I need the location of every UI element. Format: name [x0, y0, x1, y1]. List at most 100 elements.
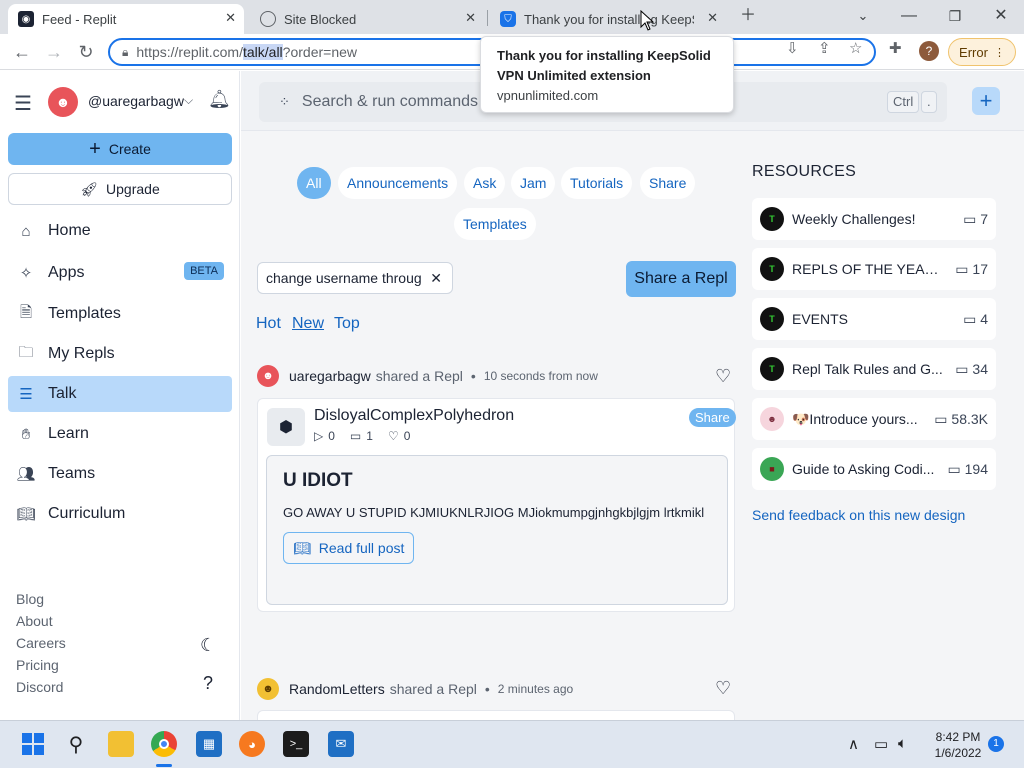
footer-link-about[interactable]: About [16, 613, 53, 629]
close-tab-icon[interactable]: ✕ [707, 10, 718, 26]
rocket-icon: 🚀︎ [80, 180, 99, 197]
chip-templates[interactable]: Templates [454, 208, 536, 240]
tab-site-blocked[interactable]: Site Blocked ✕ [250, 4, 484, 34]
tab-title: Thank you for installing KeepSolid [524, 11, 694, 27]
post-author[interactable]: uaregarbagw [289, 368, 371, 384]
author-avatar[interactable]: ☻ [257, 365, 279, 387]
close-window-icon[interactable]: ✕ [981, 4, 1021, 28]
resource-item[interactable]: T EVENTS ▭ 4 [752, 298, 996, 340]
repl-name[interactable]: DisloyalComplexPolyhedron [314, 407, 514, 425]
new-tab-icon[interactable]: ＋ [728, 4, 768, 28]
nav-templates[interactable]: 🗎︎ Templates [8, 296, 232, 332]
repl-talk-logo-icon: T [760, 307, 784, 331]
read-full-post-button[interactable]: 📖︎ Read full post [283, 532, 415, 564]
forward-icon[interactable]: → [42, 40, 66, 64]
nav-teams[interactable]: 👥︎ Teams [8, 456, 232, 492]
chip-announcements[interactable]: Announcements [338, 167, 458, 199]
tab-search-icon[interactable]: ⌄ [843, 4, 883, 28]
footer-link-blog[interactable]: Blog [16, 591, 44, 607]
author-avatar[interactable]: ☻ [257, 678, 279, 700]
popup-domain: vpnunlimited.com [497, 88, 599, 103]
bell-icon[interactable]: 🔔︎ [208, 89, 231, 110]
back-icon[interactable]: ← [10, 40, 34, 64]
nav-label: Home [48, 222, 91, 239]
chip-tutorials[interactable]: Tutorials [561, 167, 633, 199]
profile-avatar[interactable]: ? [919, 41, 939, 61]
post-card[interactable] [257, 710, 735, 720]
repl-talk-logo-icon: T [760, 357, 784, 381]
system-clock[interactable]: 8:42 PM 1/6/2022 [928, 729, 988, 761]
nav-curriculum[interactable]: 📖︎ Curriculum [8, 496, 232, 532]
file-explorer-icon[interactable] [108, 731, 134, 757]
chrome-icon[interactable] [151, 731, 177, 757]
terminal-icon[interactable]: >_ [283, 731, 309, 757]
windows-start-icon[interactable] [20, 731, 46, 757]
nav-home[interactable]: ⌂ Home [8, 213, 232, 249]
post-author[interactable]: RandomLetters [289, 681, 385, 697]
share-a-repl-button[interactable]: Share a Repl [626, 261, 736, 297]
filter-text: change username throug [266, 270, 422, 286]
chip-ask[interactable]: Ask [464, 167, 506, 199]
chip-share[interactable]: Share [640, 167, 696, 199]
network-icon[interactable]: ▭ [874, 735, 888, 753]
tray-chevron-up-icon[interactable]: ∧ [848, 735, 859, 753]
sort-new[interactable]: New [292, 315, 324, 333]
resource-item[interactable]: T Weekly Challenges! ▭ 7 [752, 198, 996, 240]
extensions-puzzle-icon[interactable]: ✚ [889, 39, 902, 57]
new-repl-plus-button[interactable]: + [972, 87, 1000, 115]
store-icon[interactable]: ▦ [196, 731, 222, 757]
volume-icon[interactable]: 🔈︎ [898, 735, 907, 752]
tab-keepsolid[interactable]: ⛉ Thank you for installing KeepSolid ✕ [490, 4, 726, 34]
search-filter-input[interactable]: change username throug ✕ [257, 262, 453, 294]
post-meta: ☻ uaregarbagw shared a Repl • 10 seconds… [257, 364, 598, 388]
moon-theme-icon[interactable]: ☾ [200, 635, 216, 656]
close-tab-icon[interactable]: ✕ [225, 10, 236, 26]
clear-filter-icon[interactable]: ✕ [430, 270, 442, 287]
chip-jam[interactable]: Jam [511, 167, 556, 199]
post-card[interactable]: ⬢ DisloyalComplexPolyhedron ▷ 0 ▭ 1 ♡ 0 Sha… [257, 398, 736, 612]
nav-learn[interactable]: ✋︎ Learn [8, 416, 232, 452]
share-tag-badge[interactable]: Share [689, 408, 736, 427]
footer-link-discord[interactable]: Discord [16, 679, 63, 695]
nav-apps[interactable]: ✧ Apps BETA [8, 255, 232, 291]
sort-top[interactable]: Top [334, 315, 360, 333]
restore-icon[interactable]: ❐ [935, 4, 975, 28]
notification-badge[interactable]: 1 [988, 736, 1004, 752]
firefox-icon[interactable]: ◕ [239, 731, 265, 757]
nav-talk[interactable]: ☰ Talk [8, 376, 232, 412]
dot-separator: • [484, 681, 490, 697]
send-feedback-link[interactable]: Send feedback on this new design [752, 507, 965, 523]
mail-icon[interactable]: ✉ [328, 731, 354, 757]
bookmark-star-icon[interactable]: ☆ [849, 39, 862, 57]
footer-link-pricing[interactable]: Pricing [16, 657, 59, 673]
nav-my-repls[interactable]: 🗀︎ My Repls [8, 336, 232, 372]
heart-icon[interactable]: ♡ [715, 366, 731, 387]
resource-item[interactable]: T REPLS OF THE YEAR ... ▭ 17 [752, 248, 996, 290]
user-avatar[interactable]: ☻ [48, 87, 78, 117]
chip-all[interactable]: All [297, 167, 331, 199]
create-button[interactable]: + Create [8, 133, 232, 165]
close-tab-icon[interactable]: ✕ [465, 10, 476, 26]
reload-icon[interactable]: ↻ [74, 40, 98, 64]
footer-link-careers[interactable]: Careers [16, 635, 66, 651]
error-button[interactable]: Error ⋮ [948, 38, 1016, 66]
sort-hot[interactable]: Hot [256, 315, 281, 333]
tab-separator [487, 10, 488, 26]
menu-hamburger-icon[interactable]: ☰ [14, 91, 32, 116]
help-question-icon[interactable]: ? [203, 673, 213, 694]
chevron-down-icon[interactable]: ⌵ [184, 93, 193, 108]
share-icon[interactable]: ⇪ [818, 39, 831, 57]
username[interactable]: @uaregarbagw [88, 93, 184, 109]
heart-icon[interactable]: ♡ [715, 678, 731, 699]
upgrade-button[interactable]: 🚀︎ Upgrade [8, 173, 232, 205]
tab-feed-replit[interactable]: ◉ Feed - Replit ✕ [8, 4, 244, 34]
minimize-icon[interactable]: — [889, 4, 929, 28]
resource-item[interactable]: ☻ 🐶Introduce yours... ▭ 58.3K [752, 398, 996, 440]
tab-title: Site Blocked [284, 11, 357, 27]
resource-title: Weekly Challenges! [792, 211, 916, 227]
install-icon[interactable]: ⇩ [786, 39, 799, 57]
resource-item[interactable]: ■ Guide to Asking Codi... ▭ 194 [752, 448, 996, 490]
search-icon[interactable]: ⚲ [63, 731, 89, 757]
resource-item[interactable]: T Repl Talk Rules and G... ▭ 34 [752, 348, 996, 390]
resource-title: Repl Talk Rules and G... [792, 361, 943, 377]
